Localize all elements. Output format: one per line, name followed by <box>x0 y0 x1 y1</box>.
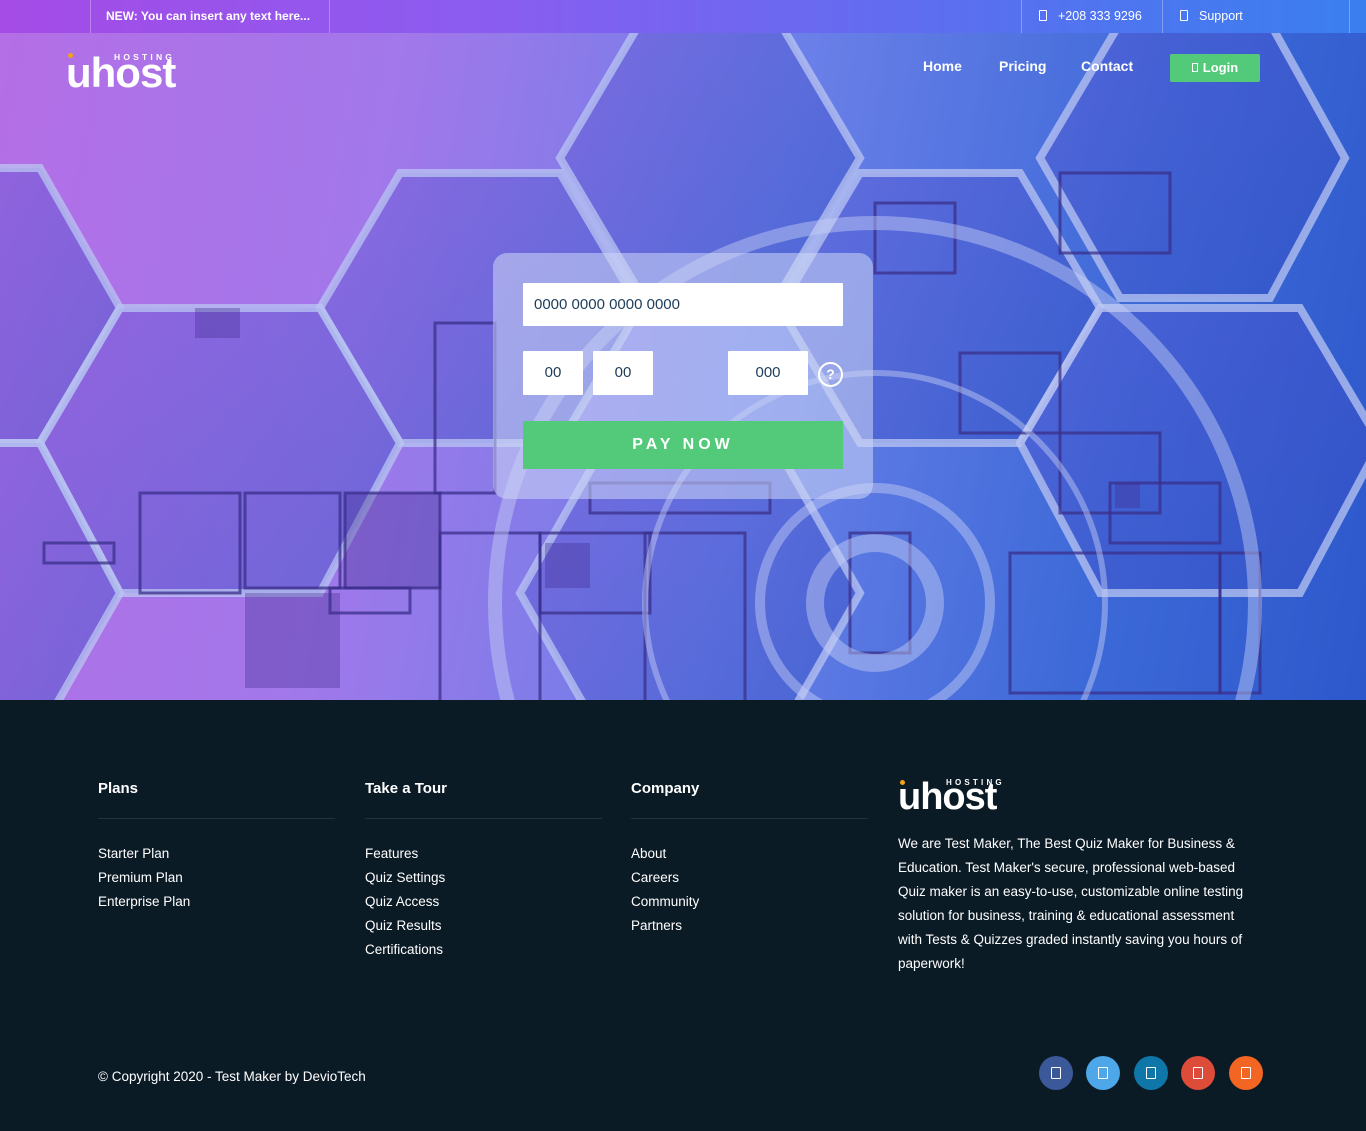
announcement-text: NEW: You can insert any text here... <box>90 0 330 33</box>
footer-plans-column: Plans Starter Plan Premium Plan Enterpri… <box>98 780 335 914</box>
twitter-icon <box>1098 1067 1108 1079</box>
twitter-button[interactable] <box>1086 1056 1120 1090</box>
footer-tour-column: Take a Tour Features Quiz Settings Quiz … <box>365 780 602 962</box>
top-bar: NEW: You can insert any text here... +20… <box>0 0 1366 33</box>
support-link[interactable]: Support <box>1162 0 1350 33</box>
linkedin-icon <box>1146 1067 1156 1079</box>
nav-contact[interactable]: Contact <box>1081 58 1133 74</box>
footer-link[interactable]: Enterprise Plan <box>98 890 335 914</box>
nav-pricing[interactable]: Pricing <box>999 58 1046 74</box>
footer-tour-title: Take a Tour <box>365 780 602 819</box>
expiry-month-input[interactable]: 00 <box>523 351 583 395</box>
footer-company-title: Company <box>631 780 868 819</box>
footer-link[interactable]: Features <box>365 842 602 866</box>
card-number-input[interactable]: 0000 0000 0000 0000 <box>523 283 843 326</box>
rss-button[interactable] <box>1229 1056 1263 1090</box>
footer-link[interactable]: Premium Plan <box>98 866 335 890</box>
phone-icon <box>1039 10 1047 21</box>
logo-wordmark: uhost <box>66 49 176 96</box>
footer-company-column: Company About Careers Community Partners <box>631 780 868 938</box>
help-icon[interactable]: ? <box>818 362 843 387</box>
facebook-icon <box>1051 1067 1061 1079</box>
expiry-year-input[interactable]: 00 <box>593 351 653 395</box>
support-icon <box>1180 10 1188 21</box>
footer-plans-title: Plans <box>98 780 335 819</box>
google-plus-button[interactable] <box>1181 1056 1215 1090</box>
linkedin-button[interactable] <box>1134 1056 1168 1090</box>
footer-link[interactable]: Careers <box>631 866 868 890</box>
payment-card: 0000 0000 0000 0000 00 00 000 ? PAY NOW <box>493 253 873 499</box>
hero-section: HOSTING uhost Home Pricing Contact Login… <box>0 33 1366 700</box>
footer-link[interactable]: Community <box>631 890 868 914</box>
login-label: Login <box>1202 60 1239 75</box>
footer-link[interactable]: Quiz Results <box>365 914 602 938</box>
footer-link[interactable]: Partners <box>631 914 868 938</box>
footer-link[interactable]: Starter Plan <box>98 842 335 866</box>
pay-now-button[interactable]: PAY NOW <box>523 421 843 469</box>
facebook-button[interactable] <box>1039 1056 1073 1090</box>
cvv-input[interactable]: 000 <box>728 351 808 395</box>
rss-icon <box>1241 1067 1251 1079</box>
phone-link[interactable]: +208 333 9296 <box>1021 0 1163 33</box>
google-plus-icon <box>1193 1067 1203 1079</box>
footer-about-text: We are Test Maker, The Best Quiz Maker f… <box>898 836 1244 971</box>
login-button[interactable]: Login <box>1170 54 1260 82</box>
phone-number: +208 333 9296 <box>1058 9 1142 23</box>
logo-wordmark: uhost <box>898 776 997 818</box>
support-label: Support <box>1199 9 1243 23</box>
footer-link[interactable]: Quiz Access <box>365 890 602 914</box>
copyright-text: © Copyright 2020 - Test Maker by DevioTe… <box>98 1069 366 1084</box>
footer-link[interactable]: About <box>631 842 868 866</box>
login-icon <box>1191 63 1198 72</box>
footer-link[interactable]: Certifications <box>365 938 602 962</box>
nav-home[interactable]: Home <box>923 58 962 74</box>
footer: Plans Starter Plan Premium Plan Enterpri… <box>0 700 1366 1131</box>
footer-link[interactable]: Quiz Settings <box>365 866 602 890</box>
